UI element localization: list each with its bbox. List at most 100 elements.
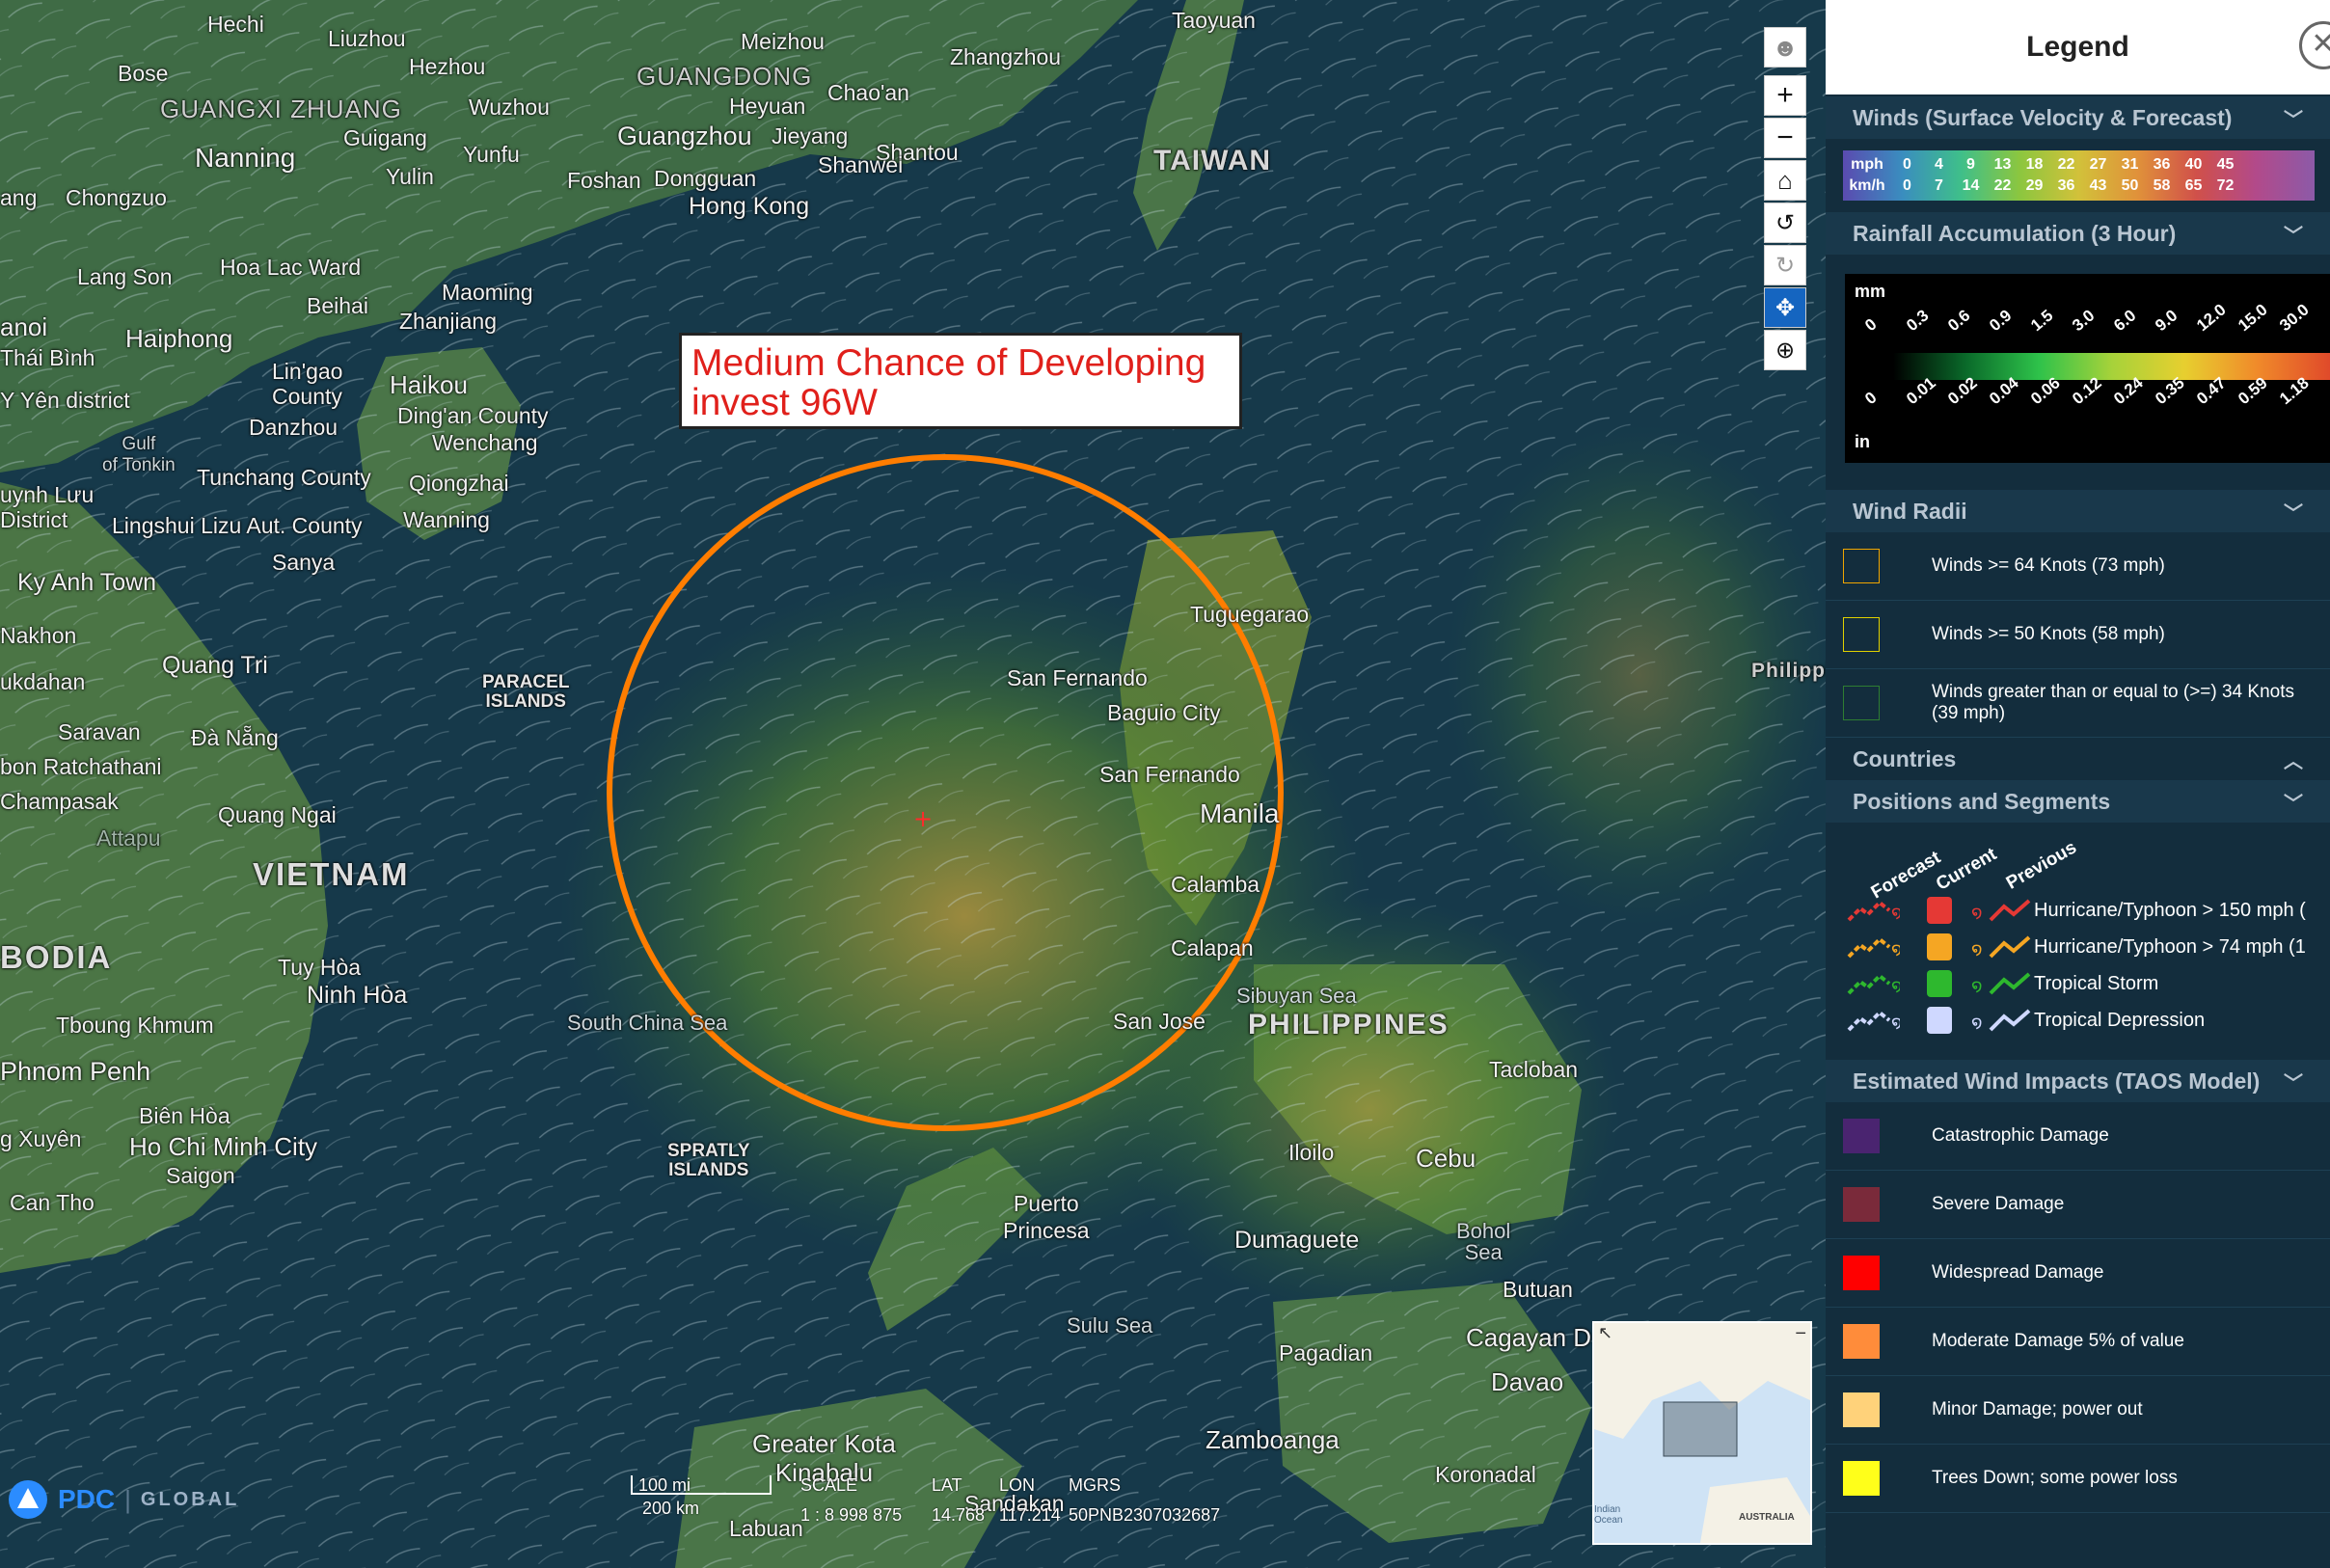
legend-title: Legend <box>2026 31 2129 63</box>
invest-center-marker: + <box>913 805 933 832</box>
map-label: Tuguegarao <box>1190 602 1310 627</box>
section-countries[interactable]: Countries ︿ <box>1826 738 2330 780</box>
map-label: Koronadal <box>1435 1462 1536 1487</box>
scale-bar: 100 mi 200 km <box>631 1475 772 1519</box>
svg-text:໑: ໑ <box>1891 903 1900 922</box>
map-label: PARACEL ISLANDS <box>482 672 570 712</box>
storm-category-row: ໑໑ Tropical Storm <box>1826 965 2330 1002</box>
scale-km: 200 km <box>642 1499 700 1518</box>
collapse-icon[interactable]: − <box>1795 1323 1806 1345</box>
map-label: Attapu <box>96 825 161 851</box>
map-label: Jieyang <box>772 123 849 149</box>
zoom-in-button[interactable]: + <box>1764 75 1806 116</box>
map-label: Baguio City <box>1107 700 1221 725</box>
logo-pdc: PDC <box>58 1484 116 1514</box>
inset-label: AUSTRALIA <box>1739 1512 1795 1523</box>
map-label: Haikou <box>390 370 468 399</box>
unit-label: mm <box>1855 282 1886 301</box>
svg-text:໑: ໑ <box>1971 903 1983 922</box>
svg-text:໑: ໑ <box>1971 1013 1983 1032</box>
section-positions[interactable]: Positions and Segments ﹀ <box>1826 780 2330 823</box>
wind-radii-item: Winds >= 50 Knots (58 mph) <box>1826 601 2330 669</box>
storm-category-label: Hurricane/Typhoon > 150 mph ( <box>2034 899 2306 921</box>
expand-icon[interactable]: ↖ <box>1598 1323 1612 1343</box>
coord-value: 117.214 <box>999 1505 1061 1525</box>
map-view[interactable]: + Medium Chance of Developing invest 96W… <box>0 0 1826 1568</box>
map-label: Can Tho <box>10 1190 95 1215</box>
coord-header: LAT <box>932 1475 962 1495</box>
map-label: Iloilo <box>1288 1140 1335 1165</box>
wind-impact-item: Minor Damage; power out <box>1826 1376 2330 1445</box>
zoom-out-button[interactable]: − <box>1764 118 1806 158</box>
rain-tick-mm: 0.3 <box>1903 306 1933 336</box>
map-label: Phnom Penh <box>0 1057 151 1086</box>
section-impacts[interactable]: Estimated Wind Impacts (TAOS Model) ﹀ <box>1826 1060 2330 1102</box>
impact-label: Widespread Damage <box>1932 1262 2104 1283</box>
mph-value: 40 <box>2184 156 2203 173</box>
map-label: Hoa Lac Ward <box>220 255 362 280</box>
map-label: Hechi <box>207 12 264 37</box>
pan-icon[interactable]: ✥ <box>1764 287 1806 328</box>
kmh-value: 7 <box>1935 177 1943 194</box>
map-label: Heyuan <box>729 94 806 119</box>
map-label: Hezhou <box>409 54 486 79</box>
positions-header: Current <box>1933 844 2001 895</box>
mph-value: 31 <box>2121 156 2139 173</box>
kmh-value: 29 <box>2025 177 2044 194</box>
section-rain[interactable]: Rainfall Accumulation (3 Hour) ﹀ <box>1826 212 2330 255</box>
kmh-value: 14 <box>1962 177 1980 194</box>
map-label: Labuan <box>729 1516 803 1541</box>
close-icon[interactable]: ✕ <box>2299 21 2330 69</box>
map-label: anoi <box>0 312 48 341</box>
map-label: Hong Kong <box>689 193 810 220</box>
impact-label: Severe Damage <box>1932 1194 2065 1214</box>
map-label: Manila <box>1200 798 1280 828</box>
chevron-down-icon: ﹀ <box>2284 109 2303 131</box>
storm-track-icon: ໑໑ <box>1847 970 2034 997</box>
rotate-right-icon[interactable]: ↻ <box>1764 245 1806 285</box>
map-label: San Fernando <box>1099 762 1240 787</box>
impact-swatch <box>1843 1461 1880 1496</box>
map-label: Taoyuan <box>1172 8 1256 33</box>
section-label: Estimated Wind Impacts (TAOS Model) <box>1853 1068 2261 1094</box>
kmh-value: 65 <box>2184 177 2203 194</box>
kmh-value: 36 <box>2057 177 2075 194</box>
section-radii[interactable]: Wind Radii ﹀ <box>1826 490 2330 532</box>
map-label: Sulu Sea <box>1067 1313 1153 1338</box>
map-label: San Jose <box>1113 1009 1206 1034</box>
map-label: Danzhou <box>249 415 339 440</box>
impact-label: Catastrophic Damage <box>1932 1125 2109 1146</box>
rain-tick-mm: 0 <box>1861 314 1881 336</box>
wind-impact-item: Severe Damage <box>1826 1171 2330 1239</box>
map-label: Sibuyan Sea <box>1236 984 1357 1008</box>
coord-header: MGRS <box>1069 1475 1121 1495</box>
rotate-left-icon[interactable]: ↺ <box>1764 203 1806 243</box>
rain-tick-mm: 6.0 <box>2110 306 2140 336</box>
wind-radii-item: Winds greater than or equal to (>=) 34 K… <box>1826 669 2330 738</box>
kmh-value: 22 <box>1993 177 2012 194</box>
map-label: Saigon <box>166 1163 235 1188</box>
rainfall-gradient <box>1893 353 2330 380</box>
overview-map[interactable]: Indian Ocean AUSTRALIA ↖ − <box>1592 1321 1812 1545</box>
coord-value: 14.768 <box>932 1505 986 1525</box>
map-label: SPRATLY ISLANDS <box>667 1141 750 1180</box>
map-label: Cebu <box>1416 1144 1477 1173</box>
section-label: Winds (Surface Velocity & Forecast) <box>1853 104 2233 130</box>
radii-label: Winds >= 64 Knots (73 mph) <box>1932 555 2165 576</box>
street-view-icon[interactable]: ☻ <box>1764 27 1806 68</box>
map-label: Chongzuo <box>66 185 167 210</box>
map-label: PHILIPPINES <box>1248 1009 1449 1041</box>
svg-text:໑: ໑ <box>1891 1013 1900 1032</box>
home-icon[interactable]: ⌂ <box>1764 160 1806 201</box>
map-label: South China Sea <box>567 1011 728 1035</box>
map-label: Tacloban <box>1489 1057 1579 1082</box>
rain-tick-mm: 9.0 <box>2152 306 2181 336</box>
coord-header: SCALE <box>800 1475 858 1495</box>
radii-swatch <box>1843 617 1880 652</box>
section-winds[interactable]: Winds (Surface Velocity & Forecast) ﹀ <box>1826 96 2330 139</box>
map-label: Zhanjiang <box>399 309 498 334</box>
mph-value: 27 <box>2089 156 2107 173</box>
mph-value: 9 <box>1966 156 1975 173</box>
map-label: g Xuyên <box>0 1126 82 1151</box>
zoom-to-icon[interactable]: ⊕ <box>1764 330 1806 370</box>
